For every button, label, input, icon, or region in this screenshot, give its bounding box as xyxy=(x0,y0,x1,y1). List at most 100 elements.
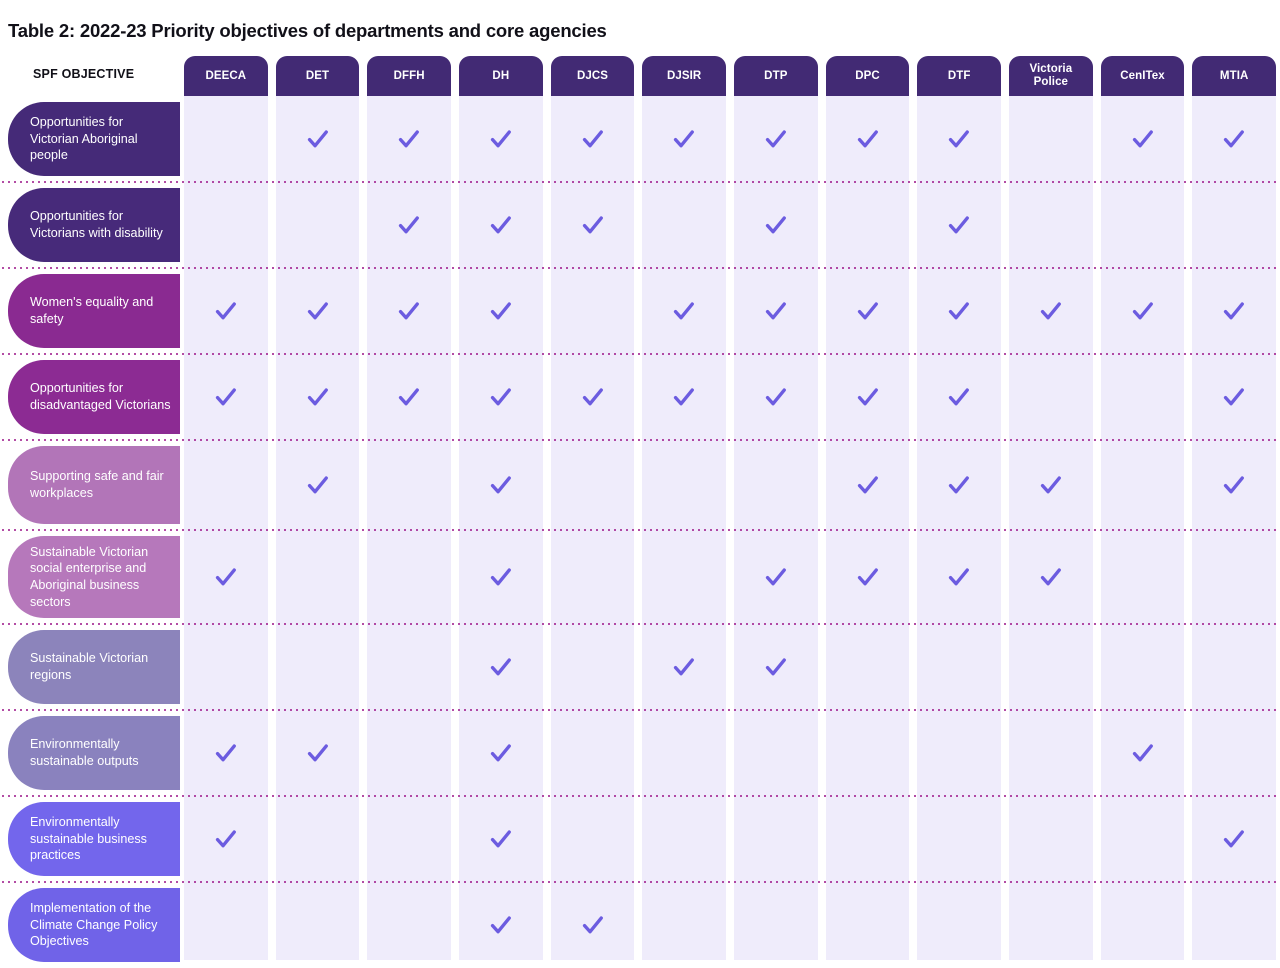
table-row: Opportunities for Victorian Aboriginal p… xyxy=(0,96,1280,182)
check-icon xyxy=(488,472,514,498)
table-header-row: SPF OBJECTIVE DEECA DET DFFH DH DJCS DJSIR DTP… xyxy=(0,56,1280,96)
objective-pill[interactable]: Opportunities for Victorians with disabi… xyxy=(8,188,180,262)
objective-label: Environmentally sustainable outputs xyxy=(30,737,139,768)
check-icon xyxy=(855,472,881,498)
objective-label: Opportunities for Victorians with disabi… xyxy=(30,209,163,240)
check-icon xyxy=(488,126,514,152)
column-header-dtp[interactable]: DTP xyxy=(734,56,818,96)
check-icon xyxy=(1038,564,1064,590)
column-header-djcs[interactable]: DJCS xyxy=(550,56,635,96)
objective-label: Sustainable Victorian regions xyxy=(30,651,149,682)
check-icon xyxy=(488,298,514,324)
check-icon xyxy=(488,212,514,238)
row-header-label: SPF OBJECTIVE xyxy=(33,67,135,81)
check-icon xyxy=(1221,472,1247,498)
objective-pill[interactable]: Sustainable Victorian regions xyxy=(8,630,180,704)
check-icon xyxy=(1221,826,1247,852)
objective-pill[interactable]: Implementation of the Climate Change Pol… xyxy=(8,888,180,962)
table-row: Sustainable Victorian regions xyxy=(0,624,1280,710)
check-icon xyxy=(488,826,514,852)
check-icon xyxy=(1221,298,1247,324)
column-header-djsir[interactable]: DJSIR xyxy=(642,56,726,96)
table-row: Implementation of the Climate Change Pol… xyxy=(0,882,1280,968)
check-icon xyxy=(396,298,422,324)
table-row: Environmentally sustainable outputs xyxy=(0,710,1280,796)
check-icon xyxy=(305,298,331,324)
check-icon xyxy=(488,654,514,680)
check-icon xyxy=(580,126,606,152)
check-icon xyxy=(1130,298,1156,324)
check-icon xyxy=(305,740,331,766)
check-icon xyxy=(946,472,972,498)
check-icon xyxy=(488,740,514,766)
check-icon xyxy=(763,212,789,238)
objective-pill[interactable]: Women's equality and safety xyxy=(8,274,180,348)
table-body: Opportunities for Victorian Aboriginal p… xyxy=(0,96,1280,962)
check-icon xyxy=(946,298,972,324)
check-icon xyxy=(580,384,606,410)
check-icon xyxy=(488,912,514,938)
table-row: Women's equality and safety xyxy=(0,268,1280,354)
objective-pill[interactable]: Environmentally sustainable business pra… xyxy=(8,802,180,876)
column-header-dpc[interactable]: DPC xyxy=(825,56,910,96)
check-icon xyxy=(671,298,697,324)
check-icon xyxy=(305,472,331,498)
check-icon xyxy=(763,564,789,590)
objective-label: Sustainable Victorian social enterprise … xyxy=(30,544,149,609)
objectives-matrix: SPF OBJECTIVE DEECA DET DFFH DH DJCS DJSIR DTP… xyxy=(0,56,1280,962)
check-icon xyxy=(671,654,697,680)
page-title: Table 2: 2022-23 Priority objectives of … xyxy=(8,20,607,41)
column-header-deeca[interactable]: DEECA xyxy=(184,56,268,96)
check-icon xyxy=(213,298,239,324)
table-row: Opportunities for Victorians with disabi… xyxy=(0,182,1280,268)
check-icon xyxy=(488,384,514,410)
check-icon xyxy=(580,212,606,238)
check-icon xyxy=(763,298,789,324)
check-icon xyxy=(671,126,697,152)
table-row: Supporting safe and fair workplaces xyxy=(0,440,1280,530)
check-icon xyxy=(763,126,789,152)
check-icon xyxy=(855,126,881,152)
column-header-cenitex[interactable]: CenITex xyxy=(1100,56,1185,96)
column-header-dtf[interactable]: DTF xyxy=(917,56,1001,96)
objective-label: Supporting safe and fair workplaces xyxy=(30,469,164,500)
objective-label: Opportunities for disadvantaged Victoria… xyxy=(30,381,171,412)
objective-label: Environmentally sustainable business pra… xyxy=(30,815,147,863)
objective-label: Women's equality and safety xyxy=(30,295,154,326)
column-header-dffh[interactable]: DFFH xyxy=(367,56,451,96)
objective-pill[interactable]: Opportunities for disadvantaged Victoria… xyxy=(8,360,180,434)
check-icon xyxy=(396,126,422,152)
check-icon xyxy=(855,298,881,324)
check-icon xyxy=(1130,126,1156,152)
objective-pill[interactable]: Opportunities for Victorian Aboriginal p… xyxy=(8,102,180,176)
check-icon xyxy=(946,212,972,238)
objective-label: Opportunities for Victorian Aboriginal p… xyxy=(30,115,138,163)
objective-label: Implementation of the Climate Change Pol… xyxy=(30,901,158,949)
check-icon xyxy=(946,126,972,152)
table-row: Opportunities for disadvantaged Victoria… xyxy=(0,354,1280,440)
check-icon xyxy=(946,384,972,410)
check-icon xyxy=(855,384,881,410)
check-icon xyxy=(1130,740,1156,766)
objective-pill[interactable]: Supporting safe and fair workplaces xyxy=(8,446,180,524)
objective-pill[interactable]: Sustainable Victorian social enterprise … xyxy=(8,536,180,618)
objective-pill[interactable]: Environmentally sustainable outputs xyxy=(8,716,180,790)
check-icon xyxy=(305,384,331,410)
table-row: Environmentally sustainable business pra… xyxy=(0,796,1280,882)
column-header-mtia[interactable]: MTIA xyxy=(1192,56,1276,96)
check-icon xyxy=(1038,298,1064,324)
check-icon xyxy=(1038,472,1064,498)
check-icon xyxy=(855,564,881,590)
check-icon xyxy=(213,384,239,410)
check-icon xyxy=(763,654,789,680)
table-page: Table 2: 2022-23 Priority objectives of … xyxy=(0,0,1280,962)
column-header-dh[interactable]: DH xyxy=(459,56,543,96)
check-icon xyxy=(671,384,697,410)
check-icon xyxy=(213,740,239,766)
column-header-victoria_police[interactable]: Victoria Police xyxy=(1009,56,1093,96)
column-header-det[interactable]: DET xyxy=(275,56,360,96)
check-icon xyxy=(488,564,514,590)
check-icon xyxy=(1221,126,1247,152)
check-icon xyxy=(305,126,331,152)
check-icon xyxy=(213,564,239,590)
